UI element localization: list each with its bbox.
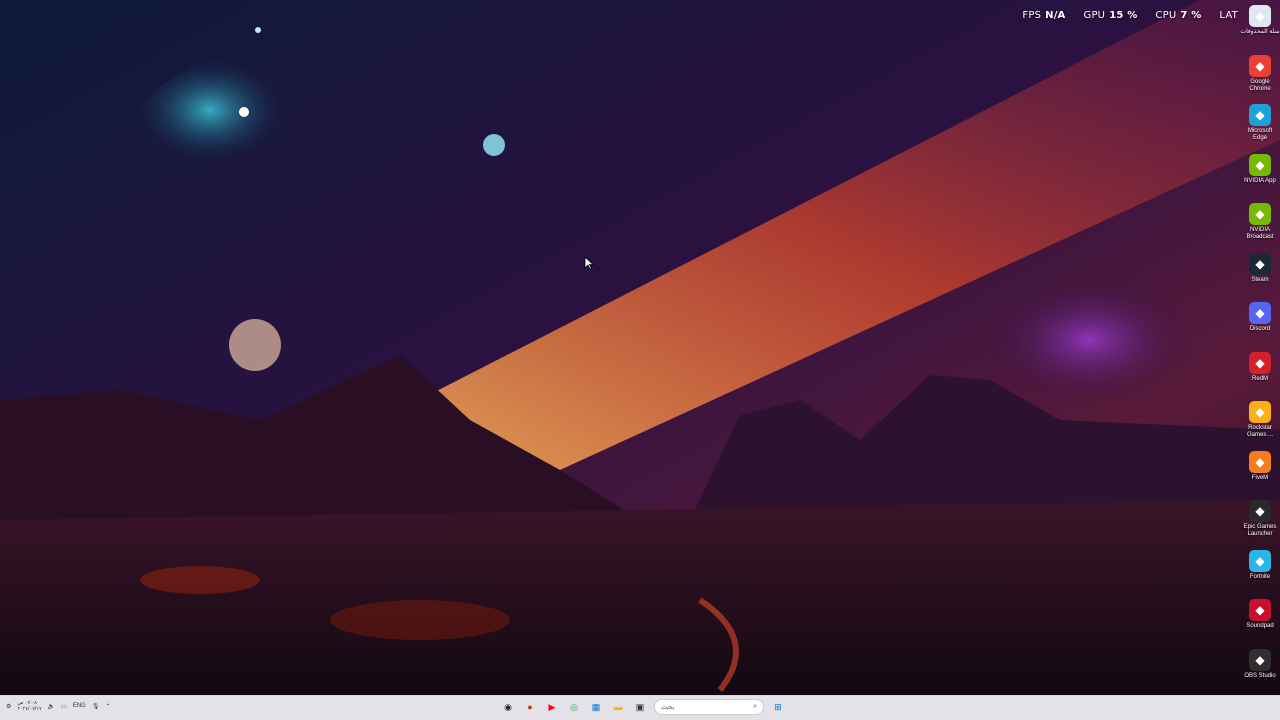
desktop-shortcut[interactable]: ◆ Epic Games Launcher xyxy=(1240,497,1280,547)
layout-indicator: LAT xyxy=(1219,10,1238,21)
discord-icon: ◆ xyxy=(1249,302,1271,324)
desktop-shortcut-label: Epic Games Launcher xyxy=(1243,524,1277,537)
desktop-shortcut-label: OBS Studio xyxy=(1244,672,1276,679)
volume-icon[interactable]: 🔈 xyxy=(48,703,55,710)
desktop-shortcut[interactable]: ◆ RedM xyxy=(1240,349,1280,399)
desktop-shortcut[interactable]: ◆ Soundpad xyxy=(1240,596,1280,646)
terminal-taskbar-icon[interactable]: ▣ xyxy=(632,699,648,715)
app-taskbar-icon[interactable]: ● xyxy=(522,699,538,715)
fivem-icon: ◆ xyxy=(1249,450,1271,473)
taskbar: ⚙ ٠٧:٠٨ ص ٢٠٢٤/٠٧/١٧ 🔈 ▭ ENG 🎙 ⌃ ◉ ● ▶ ◎ ▦ ▬ ▣… xyxy=(0,695,1280,720)
mouse-cursor xyxy=(584,256,594,270)
display-icon[interactable]: ▭ xyxy=(61,703,67,710)
nvidia-broadcast-icon: ◆ xyxy=(1249,203,1271,225)
chrome-icon: ◆ xyxy=(1249,54,1271,77)
desktop-wallpaper xyxy=(0,0,1280,696)
microphone-icon[interactable]: 🎙 xyxy=(92,703,100,710)
clock[interactable]: ٠٧:٠٨ ص ٢٠٢٤/٠٧/١٧ xyxy=(17,700,41,712)
desktop-shortcut[interactable]: ◆ Steam xyxy=(1240,250,1280,300)
search-icon: ⌕ xyxy=(753,703,757,710)
soundpad-icon: ◆ xyxy=(1249,599,1271,621)
gpu-readout: GPU 15 % xyxy=(1083,10,1138,21)
desktop-shortcut-label: Google Chrome xyxy=(1249,78,1271,92)
desktop-shortcut-label: FiveM xyxy=(1251,474,1269,481)
desktop-shortcut-label: سلة المحذوفات xyxy=(1240,29,1280,35)
store-taskbar-icon[interactable]: ▦ xyxy=(588,699,604,715)
desktop-shortcut-label: Discord xyxy=(1249,326,1271,332)
chevron-up-icon[interactable]: ⌃ xyxy=(105,703,110,710)
redm-icon: ◆ xyxy=(1249,351,1271,374)
desktop-shortcut[interactable]: ◆ Rockstar Games ... xyxy=(1240,398,1280,448)
youtube-taskbar-icon[interactable]: ▶ xyxy=(544,699,560,715)
desktop-shortcut-label: Steam xyxy=(1251,276,1269,283)
search-placeholder: بحث xyxy=(661,704,675,711)
edge-icon: ◆ xyxy=(1249,104,1271,126)
desktop-shortcut-label: Rockstar Games ... xyxy=(1246,425,1273,438)
desktop-icons: ◆ سلة المحذوفات ◆ Google Chrome ◆ Microsoft E… xyxy=(1240,2,1280,695)
desktop-shortcut[interactable]: ◆ Fortnite xyxy=(1240,547,1280,597)
system-tray: ⚙ ٠٧:٠٨ ص ٢٠٢٤/٠٧/١٧ 🔈 ▭ ENG 🎙 ⌃ xyxy=(6,700,110,712)
fps-readout: FPS N/A xyxy=(1022,10,1066,21)
obs-icon: ◆ xyxy=(1249,648,1271,671)
desktop-shortcut[interactable]: ◆ NVIDIA App xyxy=(1240,151,1280,201)
desktop-shortcut[interactable]: ◆ Google Chrome xyxy=(1240,52,1280,102)
gear-icon[interactable]: ⚙ xyxy=(6,703,11,710)
epic-icon: ◆ xyxy=(1249,500,1271,522)
desktop-shortcut-label: NVIDIA Broadcast xyxy=(1246,227,1274,240)
desktop-shortcut[interactable]: ◆ FiveM xyxy=(1240,448,1280,498)
desktop-shortcut-label: Soundpad xyxy=(1246,623,1274,629)
desktop-shortcut[interactable]: ◆ سلة المحذوفات xyxy=(1240,2,1280,52)
desktop-shortcut[interactable]: ◆ Microsoft Edge xyxy=(1240,101,1280,151)
nvidia-icon: ◆ xyxy=(1249,153,1271,176)
desktop-shortcut[interactable]: ◆ NVIDIA Broadcast xyxy=(1240,200,1280,250)
chrome-taskbar-icon[interactable]: ◎ xyxy=(566,699,582,715)
recycle-bin-icon: ◆ xyxy=(1249,5,1271,27)
start-button[interactable]: ⊞ xyxy=(770,699,786,715)
explorer-taskbar-icon[interactable]: ▬ xyxy=(610,699,626,715)
desktop-shortcut[interactable]: ◆ Discord xyxy=(1240,299,1280,349)
steam-taskbar-icon[interactable]: ◉ xyxy=(500,699,516,715)
search-box[interactable]: بحث ⌕ xyxy=(654,699,764,715)
performance-overlay: FPS N/A GPU 15 % CPU 7 % LAT xyxy=(1022,10,1238,21)
steam-icon: ◆ xyxy=(1249,252,1271,275)
language-indicator[interactable]: ENG xyxy=(73,703,86,709)
rockstar-icon: ◆ xyxy=(1249,401,1271,423)
fortnite-icon: ◆ xyxy=(1249,549,1271,572)
taskbar-apps: ◉ ● ▶ ◎ ▦ ▬ ▣ بحث ⌕ ⊞ xyxy=(500,699,786,715)
cpu-readout: CPU 7 % xyxy=(1155,10,1202,21)
desktop-shortcut-label: RedM xyxy=(1251,375,1268,382)
desktop-shortcut-label: Microsoft Edge xyxy=(1247,128,1273,141)
desktop-shortcut-label: NVIDIA App xyxy=(1244,177,1276,184)
desktop-shortcut[interactable]: ◆ OBS Studio xyxy=(1240,646,1280,696)
desktop-shortcut-label: Fortnite xyxy=(1249,573,1271,580)
